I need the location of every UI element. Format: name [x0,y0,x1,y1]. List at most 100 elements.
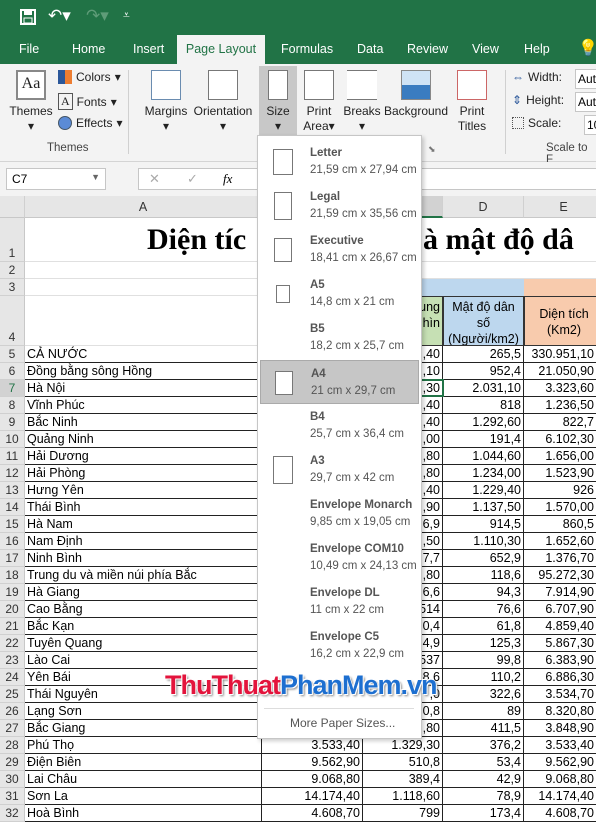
row-header[interactable]: 22 [0,635,25,652]
cell-d[interactable]: 952,4 [443,363,524,379]
row-header[interactable]: 1 [0,218,25,262]
cell-region[interactable]: Sơn La [25,788,262,804]
size-option-envelope-c5[interactable]: Envelope C5 16,2 cm x 22,9 cm [260,624,419,668]
row-header[interactable]: 28 [0,737,25,754]
cell-e[interactable]: 1.652,60 [524,533,596,549]
size-option-b4[interactable]: B4 25,7 cm x 36,4 cm [260,404,419,448]
cell-e[interactable]: 926 [524,482,596,498]
cell-d[interactable]: 76,6 [443,601,524,617]
cell-c[interactable]: 389,4 [363,771,443,787]
row-header[interactable]: 26 [0,703,25,720]
cell-e[interactable]: 1.523,90 [524,465,596,481]
cell-region[interactable]: Lai Châu [25,771,262,787]
cell-e[interactable]: 330.951,10 [524,346,596,362]
cell-e[interactable]: 21.050,90 [524,363,596,379]
row-header[interactable]: 4 [0,296,25,346]
orientation-button[interactable]: Orientation ▾ [191,70,255,134]
size-button[interactable]: Size ▾ [259,66,297,138]
fonts-button[interactable]: A Fonts ▾ [58,93,117,110]
cell-region[interactable]: Hà Nam [25,516,262,532]
row-header[interactable]: 17 [0,550,25,567]
size-option-envelope-dl[interactable]: Envelope DL 11 cm x 22 cm [260,580,419,624]
more-paper-sizes-button[interactable]: More Paper Sizes... [290,716,395,730]
row-header[interactable]: 32 [0,805,25,822]
cell-d[interactable]: 78,9 [443,788,524,804]
cell-region[interactable]: Điện Biên [25,754,262,770]
tab-help[interactable]: Help [518,35,556,64]
row-header[interactable]: 20 [0,601,25,618]
row-header[interactable]: 21 [0,618,25,635]
cell-d[interactable]: 125,3 [443,635,524,651]
cell-region[interactable]: Đồng bằng sông Hồng [25,363,262,379]
cell-d[interactable]: 265,5 [443,346,524,362]
cell-e[interactable]: 3.533,40 [524,737,596,753]
cell-d[interactable]: 322,6 [443,686,524,702]
cell-region[interactable]: Bắc Kạn [25,618,262,634]
cell-e[interactable]: 4.608,70 [524,805,596,821]
size-option-letter[interactable]: Letter 21,59 cm x 27,94 cm [260,140,419,184]
cell-region[interactable]: Hải Dương [25,448,262,464]
size-option-a5[interactable]: A5 14,8 cm x 21 cm [260,272,419,316]
cell-e[interactable]: 14.174,40 [524,788,596,804]
row-header[interactable]: 12 [0,465,25,482]
cell-e[interactable]: 3.848,90 [524,720,596,736]
cell-d[interactable]: 2.031,10 [443,380,524,396]
row-header[interactable]: 10 [0,431,25,448]
colors-button[interactable]: Colors ▾ [58,70,121,84]
cell-d[interactable]: 191,4 [443,431,524,447]
row-header[interactable]: 9 [0,414,25,431]
cell-e[interactable]: 6.383,90 [524,652,596,668]
cell-e[interactable]: 9.068,80 [524,771,596,787]
cell-e[interactable]: 822,7 [524,414,596,430]
cell-d[interactable]: 376,2 [443,737,524,753]
size-option-executive[interactable]: Executive 18,41 cm x 26,67 cm [260,228,419,272]
cell-d[interactable]: 110,2 [443,669,524,685]
row-header[interactable]: 2 [0,262,25,279]
column-header-e[interactable]: E [524,196,596,218]
row-header[interactable]: 6 [0,363,25,380]
column-header-a[interactable]: A [25,196,262,218]
row-header[interactable]: 14 [0,499,25,516]
cell-d[interactable]: 42,9 [443,771,524,787]
scale-input[interactable]: 10 [584,115,596,135]
cell-e[interactable]: 4.859,40 [524,618,596,634]
cell-d[interactable]: 1.234,00 [443,465,524,481]
cell-e[interactable]: 95.272,30 [524,567,596,583]
cell-d[interactable]: 53,4 [443,754,524,770]
cell-d[interactable]: 914,5 [443,516,524,532]
row-header[interactable]: 13 [0,482,25,499]
background-button[interactable]: Background [383,70,449,119]
cell-e[interactable]: 6.886,30 [524,669,596,685]
tab-insert[interactable]: Insert [127,35,170,64]
print-area-button[interactable]: Print Area▾ [300,70,338,134]
cell-region[interactable]: Quảng Ninh [25,431,262,447]
cell-e[interactable]: 1.236,50 [524,397,596,413]
lightbulb-icon[interactable]: 💡 [572,35,596,64]
cell-b[interactable]: 3.533,40 [262,737,363,753]
cell-d[interactable]: 1.229,40 [443,482,524,498]
cell-e[interactable]: 6.707,90 [524,601,596,617]
cell-b[interactable]: 14.174,40 [262,788,363,804]
cell-e[interactable]: 1.656,00 [524,448,596,464]
themes-button[interactable]: Aa Themes ▾ [6,70,56,134]
row-header[interactable]: 15 [0,516,25,533]
cell-d[interactable]: 118,6 [443,567,524,583]
save-icon[interactable] [20,9,36,25]
customize-icon[interactable]: ⩡ [123,8,130,23]
redo-icon[interactable]: ↷▾ [86,6,109,26]
size-option-envelope-monarch[interactable]: Envelope Monarch 9,85 cm x 19,05 cm [260,492,419,536]
size-option-a3[interactable]: A3 29,7 cm x 42 cm [260,448,419,492]
size-option-a4[interactable]: A4 21 cm x 29,7 cm [260,360,419,404]
tab-review[interactable]: Review [401,35,454,64]
cell-region[interactable]: Vĩnh Phúc [25,397,262,413]
cell-region[interactable]: Hà Nội [25,380,262,396]
margins-button[interactable]: Margins ▾ [143,70,189,134]
cell-c[interactable]: 1.329,30 [363,737,443,753]
cell-c[interactable]: 1.118,60 [363,788,443,804]
enter-icon[interactable]: ✓ [187,171,198,187]
undo-icon[interactable]: ↶▾ [48,6,71,26]
cell-c[interactable]: 799 [363,805,443,821]
width-select[interactable]: Aut [575,69,596,89]
row-header[interactable]: 18 [0,567,25,584]
dialog-launcher-icon[interactable]: ⬊ [428,144,436,155]
